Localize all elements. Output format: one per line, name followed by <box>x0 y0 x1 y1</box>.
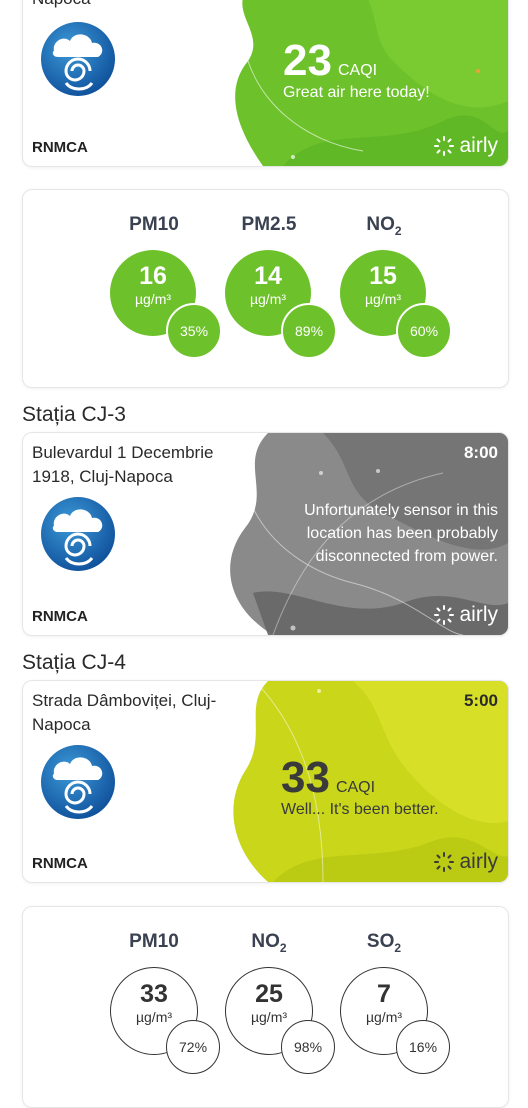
pollutant-name-text: PM10 <box>129 214 179 235</box>
update-time: 8:00 <box>463 443 498 462</box>
pollutant-name: SO2 <box>328 931 440 955</box>
pollutant-percent-value: 35 <box>179 323 196 339</box>
pollutant-value: 15 <box>369 262 397 290</box>
pollutant-percent-sign: % <box>425 323 439 339</box>
pollutant-percent-sign: % <box>195 323 209 339</box>
airly-logo-icon <box>434 852 455 872</box>
pollutant-percent-sign: % <box>309 1039 323 1055</box>
pollutants-card-bottom: PM10 33 µg/m³ 72% NO2 25 µg/m³ 98% SO2 7 µg/m³ 16% <box>22 906 509 1108</box>
pollutant-percent-sign: % <box>424 1039 438 1055</box>
airly-brand-label: airly <box>459 134 498 157</box>
airly-brand: airly <box>433 603 498 627</box>
caqi-message: Well... It's been better. <box>281 801 439 818</box>
pollutant-name-text: PM10 <box>129 931 179 952</box>
airly-logo-icon <box>434 136 455 156</box>
airly-brand: airly <box>433 850 498 874</box>
pollutant-percent-value: 89 <box>294 323 311 339</box>
pollutants-card-top: PM10 16 µg/m³ 35% PM2.5 14 µg/m³ 89% NO2 15 µg/m³ 6… <box>22 189 509 388</box>
pollutant-name-subscript: 2 <box>394 940 402 955</box>
station-address: Napoca <box>32 0 257 11</box>
station-logo-icon <box>41 497 115 571</box>
station-logo-icon <box>41 745 115 819</box>
offline-message: Unfortunately sensor in this location ha… <box>304 502 498 565</box>
pollutant-name: PM10 <box>98 931 210 955</box>
pollutant-name-subscript: 2 <box>279 940 287 955</box>
pollutant-percent-badge: 35% <box>166 303 222 359</box>
pollutant-percent-badge: 16% <box>396 1020 450 1074</box>
pollutant-percent-value: 72 <box>178 1039 195 1055</box>
station-address: Strada Dâmboviței, Cluj-Napoca <box>32 691 217 734</box>
station-card-cj3[interactable]: Bulevardul 1 Decembrie 1918, Cluj-Napoca… <box>22 432 509 636</box>
station-card-cj4[interactable]: Strada Dâmboviței, Cluj-Napoca 5:00 33 CA… <box>22 680 509 883</box>
pollutant-name-text: PM2.5 <box>241 214 297 235</box>
pollutant-name: NO2 <box>213 931 325 955</box>
pollutant-name-subscript: 2 <box>394 223 402 238</box>
station-card-top[interactable]: Napoca RNMCA 23 CAQI Great air here today… <box>22 0 509 167</box>
pollutant-value: 25 <box>255 980 283 1008</box>
provider-label: RNMCA <box>32 139 88 156</box>
pollutant-name-text: SO <box>366 931 395 952</box>
airly-logo-icon <box>434 605 455 625</box>
pollutant-name-text: NO <box>366 214 395 235</box>
provider-label: RNMCA <box>32 855 88 872</box>
station-title-cj4: Stația CJ-4 <box>22 651 126 674</box>
airly-brand-label: airly <box>459 603 498 626</box>
pollutant-name: PM10 <box>98 214 210 238</box>
pollutant-name-text: NO <box>251 931 280 952</box>
update-time: 5:00 <box>463 691 498 710</box>
airly-brand-label: airly <box>459 850 498 873</box>
pollutant-percent-badge: 72% <box>166 1020 220 1074</box>
pollutant-percent-value: 16 <box>408 1039 425 1055</box>
pollutant-value: 16 <box>139 262 167 290</box>
pollutant-value: 14 <box>254 262 282 290</box>
pollutant-name: PM2.5 <box>213 214 325 238</box>
caqi-unit: CAQI <box>335 779 376 796</box>
caqi-unit: CAQI <box>337 62 378 79</box>
pollutant-percent-sign: % <box>194 1039 208 1055</box>
pollutant-percent-badge: 98% <box>281 1020 335 1074</box>
caqi-block: 23 CAQI Great air here today! <box>283 36 430 102</box>
caqi-value: 33 <box>281 753 330 802</box>
pollutant-value: 33 <box>140 980 168 1008</box>
caqi-block: 33 CAQI Well... It's been better. <box>281 753 439 819</box>
caqi-message: Great air here today! <box>283 84 430 101</box>
airly-brand: airly <box>433 134 498 158</box>
pollutant-percent-value: 98 <box>293 1039 310 1055</box>
pollutant-percent-value: 60 <box>409 323 426 339</box>
pollutant-percent-badge: 89% <box>281 303 337 359</box>
pollutant-percent-badge: 60% <box>396 303 452 359</box>
station-title-cj3: Stația CJ-3 <box>22 403 126 426</box>
pollutant-percent-sign: % <box>310 323 324 339</box>
station-address: Bulevardul 1 Decembrie 1918, Cluj-Napoca <box>32 443 214 486</box>
caqi-value: 23 <box>283 36 332 85</box>
pollutant-name: NO2 <box>328 214 440 238</box>
pollutant-value: 7 <box>377 980 391 1008</box>
station-logo-icon <box>41 22 115 96</box>
provider-label: RNMCA <box>32 608 88 625</box>
